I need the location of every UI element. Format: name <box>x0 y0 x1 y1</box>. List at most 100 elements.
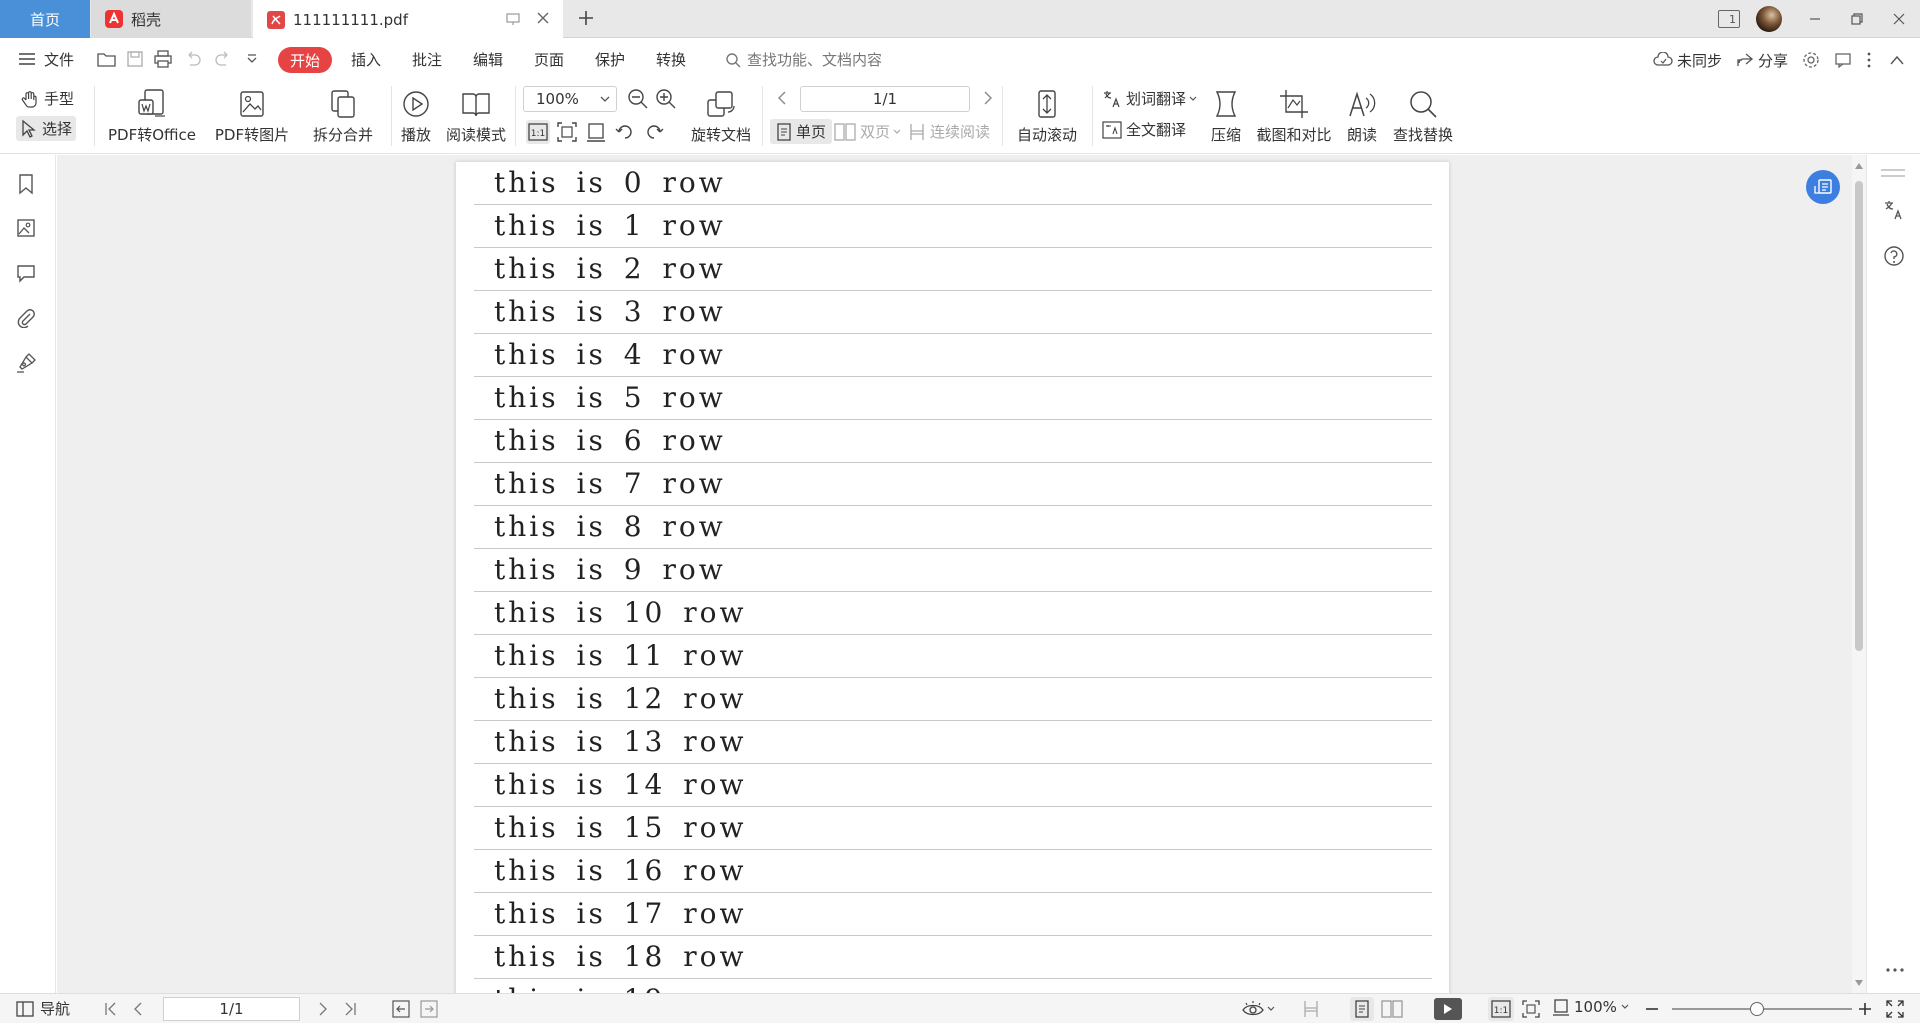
open-folder-icon[interactable] <box>97 50 117 68</box>
page-number-input[interactable]: 1/1 <box>800 86 970 112</box>
pdf-to-office-button[interactable]: PDF转Office <box>102 88 202 145</box>
rotate-left-icon[interactable] <box>615 122 635 142</box>
last-page-icon[interactable] <box>343 1002 357 1016</box>
settings-gear-icon[interactable] <box>1802 51 1820 69</box>
thumbnail-image-icon[interactable] <box>16 218 36 238</box>
comment-icon[interactable] <box>16 263 36 283</box>
bookmark-icon[interactable] <box>16 173 36 195</box>
single-page-button[interactable]: 单页 <box>770 119 833 144</box>
menu-file[interactable]: 文件 <box>44 49 74 70</box>
status-page-input[interactable]: 1/1 <box>163 997 300 1021</box>
pin-icon[interactable] <box>505 11 521 27</box>
redo-icon[interactable] <box>214 51 232 67</box>
save-icon[interactable] <box>126 50 144 68</box>
feedback-message-icon[interactable] <box>1834 51 1852 69</box>
tab-home[interactable]: 首页 <box>0 0 90 38</box>
menu-edit[interactable]: 编辑 <box>473 49 503 70</box>
menu-annotate[interactable]: 批注 <box>412 49 442 70</box>
rotate-document-button[interactable]: 旋转文档 <box>688 88 754 145</box>
single-page-icon <box>777 122 791 141</box>
rotate-right-icon[interactable] <box>644 122 664 142</box>
document-row: this is 8 row <box>474 506 1432 549</box>
prev-page-icon[interactable] <box>132 1002 144 1016</box>
hamburger-menu-icon[interactable] <box>18 51 36 67</box>
signature-pen-icon[interactable] <box>16 353 36 373</box>
quick-access-dropdown-icon[interactable] <box>246 53 258 65</box>
fit-page-icon[interactable] <box>1522 1000 1540 1018</box>
continuous-read-button[interactable]: 连续阅读 <box>908 121 990 142</box>
toolbar-divider <box>94 86 95 146</box>
single-page-view-button[interactable] <box>1350 997 1374 1021</box>
compress-button[interactable]: 压缩 <box>1206 88 1246 145</box>
zoom-select[interactable]: 100% <box>523 86 617 112</box>
menu-insert[interactable]: 插入 <box>351 49 381 70</box>
minimize-button[interactable] <box>1794 0 1836 38</box>
next-page-icon[interactable] <box>317 1002 329 1016</box>
zoom-slider-knob[interactable] <box>1750 1002 1764 1016</box>
slideshow-play-button[interactable] <box>1434 998 1462 1020</box>
play-button[interactable]: 播放 <box>396 88 436 145</box>
sync-button[interactable]: 未同步 <box>1653 50 1722 71</box>
translate-icon[interactable] <box>1883 199 1905 221</box>
status-zoom-select[interactable]: 100% <box>1552 998 1629 1016</box>
fit-page-icon[interactable] <box>557 122 577 142</box>
zoom-out-minus-icon[interactable] <box>1645 1002 1659 1016</box>
search-icon <box>1410 91 1437 118</box>
restore-button[interactable] <box>1836 0 1878 38</box>
zoom-out-icon[interactable] <box>627 88 649 110</box>
scroll-up-arrow-icon[interactable] <box>1855 163 1863 169</box>
full-translate-button[interactable]: 全文翻译 <box>1102 119 1186 140</box>
undo-icon[interactable] <box>184 51 202 67</box>
close-window-button[interactable] <box>1878 0 1920 38</box>
forward-view-icon[interactable] <box>420 1000 438 1018</box>
zoom-in-plus-icon[interactable] <box>1858 1002 1872 1016</box>
menu-start[interactable]: 开始 <box>278 47 332 73</box>
eye-protection-button[interactable] <box>1242 1000 1275 1018</box>
close-tab-icon[interactable] <box>535 10 551 26</box>
find-replace-button[interactable]: 查找替换 <box>1390 88 1456 145</box>
tab-pdf-file[interactable]: 111111111.pdf <box>253 0 563 39</box>
hand-tool-button[interactable]: 手型 <box>20 88 74 109</box>
first-page-icon[interactable] <box>104 1002 118 1016</box>
double-page-button[interactable]: 双页 <box>834 121 905 142</box>
menu-page[interactable]: 页面 <box>534 49 564 70</box>
actual-size-status-button[interactable]: 1:1 <box>1488 997 1514 1021</box>
more-horizontal-icon[interactable] <box>1885 967 1905 973</box>
menu-protect[interactable]: 保护 <box>595 49 625 70</box>
next-page-icon[interactable] <box>982 90 994 106</box>
read-mode-button[interactable]: 阅读模式 <box>444 88 508 145</box>
pdf-to-image-button[interactable]: PDF转图片 <box>212 88 292 145</box>
window-count-icon[interactable]: 1 <box>1718 10 1740 28</box>
help-question-icon[interactable] <box>1883 245 1905 267</box>
read-aloud-button[interactable]: 朗读 <box>1342 88 1382 145</box>
collapse-ribbon-icon[interactable] <box>1890 55 1904 65</box>
scroll-thumb[interactable] <box>1855 181 1863 651</box>
feature-search[interactable]: 查找功能、文档内容 <box>725 49 882 70</box>
select-tool-button[interactable]: 选择 <box>16 116 77 141</box>
navigation-button[interactable]: 导航 <box>16 998 70 1019</box>
document-viewport[interactable]: this is 0 row this is 1 row this is 2 row t… <box>57 155 1852 993</box>
tab-daoke[interactable]: 稻壳 <box>91 0 251 38</box>
scroll-down-arrow-icon[interactable] <box>1855 980 1863 986</box>
back-view-icon[interactable] <box>392 1000 410 1018</box>
new-tab-icon[interactable] <box>576 8 596 28</box>
fit-width-icon[interactable] <box>586 122 606 142</box>
user-avatar[interactable] <box>1756 6 1782 32</box>
attachment-paperclip-icon[interactable] <box>16 308 36 328</box>
floating-convert-button[interactable] <box>1806 170 1840 204</box>
actual-size-button[interactable]: 1:1 <box>526 120 550 144</box>
menu-convert[interactable]: 转换 <box>656 49 686 70</box>
split-merge-button[interactable]: 拆分合并 <box>300 88 386 145</box>
word-translate-button[interactable]: 划词翻译 <box>1102 88 1201 109</box>
auto-scroll-button[interactable]: 自动滚动 <box>1010 88 1084 145</box>
continuous-view-icon[interactable] <box>1302 1000 1320 1018</box>
screenshot-compare-button[interactable]: 截图和对比 <box>1253 88 1335 145</box>
more-vertical-icon[interactable] <box>1866 51 1872 69</box>
print-icon[interactable] <box>153 50 173 68</box>
fullscreen-icon[interactable] <box>1886 1000 1904 1018</box>
share-button[interactable]: 分享 <box>1736 50 1788 71</box>
vertical-scrollbar[interactable] <box>1852 155 1866 993</box>
double-page-icon[interactable] <box>1381 1000 1403 1018</box>
previous-page-icon[interactable] <box>776 90 788 106</box>
zoom-in-icon[interactable] <box>655 88 677 110</box>
